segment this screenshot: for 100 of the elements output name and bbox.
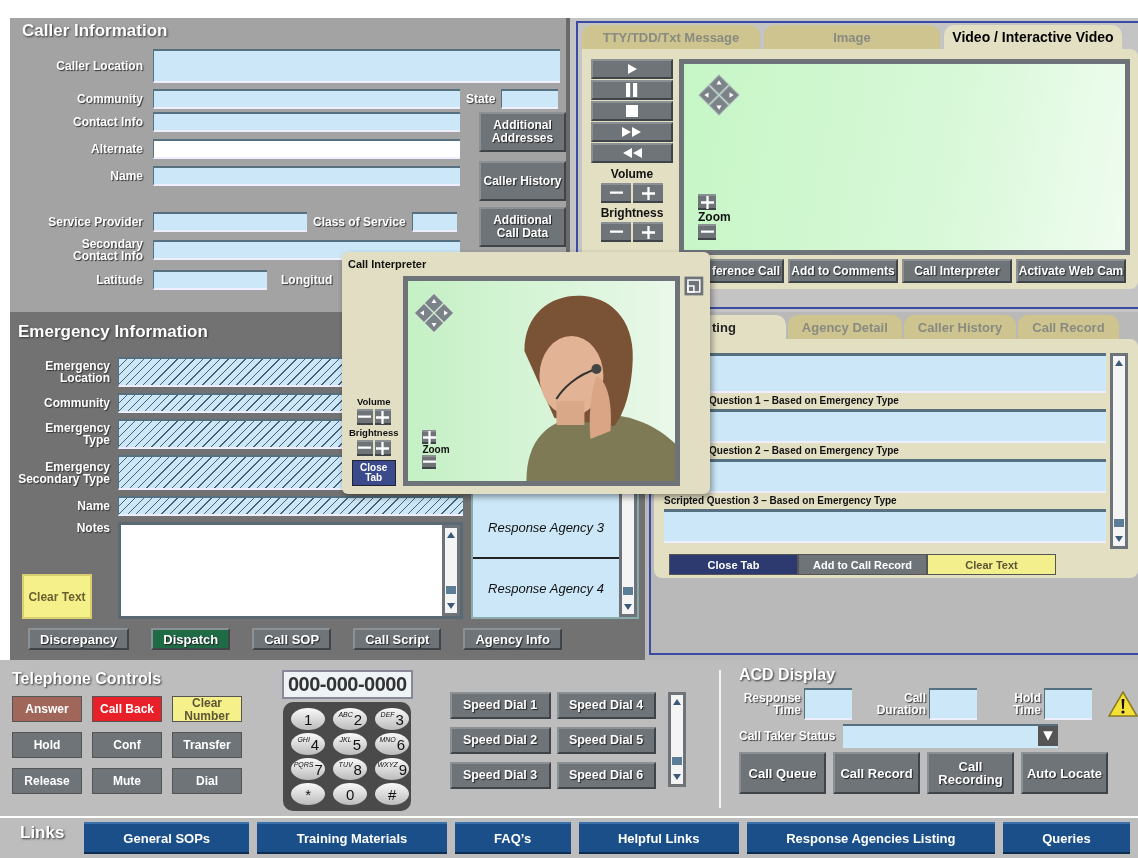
input-field[interactable] (153, 89, 460, 109)
scrollbar[interactable] (667, 692, 686, 787)
input-field[interactable] (1044, 688, 1092, 720)
speed-dial-button[interactable]: Speed Dial 3 (449, 762, 551, 789)
plus-button[interactable] (374, 409, 391, 425)
zoom-in-button[interactable] (698, 194, 716, 210)
zoom-out-button[interactable] (698, 224, 716, 240)
input-field[interactable] (153, 270, 267, 290)
link-button[interactable]: Queries (1002, 822, 1130, 854)
scroll-up-icon[interactable] (1114, 359, 1124, 367)
fast-forward-button[interactable] (591, 122, 673, 142)
scroll-down-icon[interactable] (446, 602, 456, 610)
link-button[interactable]: Helpful Links (578, 822, 739, 854)
stop-button[interactable] (591, 101, 673, 121)
input-field[interactable] (153, 166, 460, 186)
plus-button[interactable] (633, 222, 663, 242)
action-button[interactable]: Agency Info (463, 628, 562, 650)
input-field[interactable] (153, 212, 307, 232)
scroll-down-icon[interactable] (1114, 535, 1124, 543)
field-label: Community (43, 395, 110, 412)
scroll-up-icon[interactable] (671, 698, 682, 706)
phone-button[interactable]: Mute (92, 768, 162, 794)
action-button[interactable]: Clear Text (927, 554, 1056, 575)
plus-button[interactable] (633, 183, 663, 203)
close-tab-button[interactable]: Close Tab (351, 460, 396, 486)
input-field[interactable] (664, 509, 1106, 543)
plus-button[interactable] (374, 440, 391, 456)
speed-dial-button[interactable]: Speed Dial 5 (556, 727, 656, 754)
scroll-up-icon[interactable] (446, 531, 456, 539)
speed-dial-button[interactable]: Speed Dial 4 (556, 692, 656, 719)
link-button[interactable]: Response Agencies Listing (746, 822, 995, 854)
minus-button[interactable] (356, 409, 373, 425)
link-button[interactable]: General SOPs (84, 822, 250, 854)
tab[interactable]: Video / Interactive Video (944, 25, 1122, 49)
speed-dial-button[interactable]: Speed Dial 2 (449, 727, 551, 754)
input-field[interactable] (153, 139, 460, 159)
input-field[interactable] (411, 212, 457, 232)
key-button[interactable]: # (375, 783, 410, 805)
input-field[interactable] (153, 112, 460, 132)
key-button[interactable]: 1 (291, 708, 326, 730)
speed-dial-button[interactable]: Speed Dial 6 (556, 762, 656, 789)
phone-button[interactable]: Conf (92, 732, 162, 758)
minus-button[interactable] (356, 440, 373, 456)
input-field[interactable] (929, 688, 977, 720)
zoom-in-button[interactable] (422, 430, 437, 444)
key-button[interactable]: 0 (333, 783, 368, 805)
field-label: Contact Info (72, 116, 143, 128)
phone-button[interactable]: Transfer (172, 732, 242, 758)
minus-button[interactable] (601, 222, 631, 242)
scroll-down-icon[interactable] (671, 773, 682, 781)
dropdown-field[interactable] (843, 724, 1059, 748)
input-field[interactable] (153, 49, 560, 83)
action-button[interactable]: Call Queue (739, 752, 826, 794)
action-button[interactable]: Add to Comments (788, 259, 898, 283)
minus-button[interactable] (601, 183, 631, 203)
action-button[interactable]: Activate Web Cam (1016, 259, 1126, 283)
action-button[interactable]: Add to Call Record (798, 554, 927, 575)
key-button[interactable]: * (291, 783, 326, 805)
action-button[interactable]: Call Recording (927, 752, 1014, 794)
scrollbar[interactable] (1110, 353, 1128, 549)
link-button[interactable]: FAQ’s (454, 822, 571, 854)
agency-item[interactable]: Response Agency 3 (473, 497, 619, 557)
input-field[interactable] (501, 89, 559, 109)
link-button[interactable]: Training Materials (257, 822, 447, 854)
action-button[interactable]: Additional Addresses (479, 112, 566, 152)
phone-button[interactable]: Release (12, 768, 82, 794)
scroll-thumb[interactable] (1114, 519, 1124, 527)
action-button[interactable]: Call Record (833, 752, 920, 794)
direction-pad-icon[interactable] (698, 74, 740, 116)
speed-dial-button[interactable]: Speed Dial 1 (449, 692, 551, 719)
direction-pad-icon[interactable] (414, 293, 455, 333)
action-button[interactable]: Call Interpreter (902, 259, 1012, 283)
scroll-thumb[interactable] (623, 587, 633, 595)
action-button[interactable]: Auto Locate (1021, 752, 1108, 794)
action-button[interactable]: Call Script (353, 628, 442, 650)
action-button[interactable]: Discrepancy (28, 628, 130, 650)
restore-icon[interactable] (684, 276, 704, 296)
hatched-field[interactable] (118, 496, 463, 516)
zoom-out-button[interactable] (422, 455, 437, 469)
notes-field[interactable] (118, 522, 463, 619)
phone-button[interactable]: Call Back (92, 696, 162, 722)
rewind-button[interactable] (591, 143, 673, 163)
input-field[interactable] (804, 688, 852, 720)
scroll-thumb[interactable] (671, 757, 682, 765)
action-button[interactable]: Caller History (479, 161, 566, 201)
clear-text-button[interactable]: Clear Text (22, 574, 92, 619)
phone-button[interactable]: Dial (172, 768, 242, 794)
action-button[interactable]: Dispatch (151, 628, 231, 650)
scroll-thumb[interactable] (446, 586, 456, 594)
action-button[interactable]: Close Tab (669, 554, 798, 575)
phone-button[interactable]: Hold (12, 732, 82, 758)
scroll-down-icon[interactable] (623, 603, 633, 611)
action-button[interactable]: Additional Call Data (479, 207, 566, 247)
phone-number-display: 000-000-0000 (282, 670, 413, 699)
phone-button[interactable]: Clear Number (172, 696, 242, 722)
play-button[interactable] (591, 59, 673, 79)
action-button[interactable]: Call SOP (252, 628, 332, 650)
scrollbar[interactable] (442, 525, 460, 616)
pause-button[interactable] (591, 80, 673, 100)
phone-button[interactable]: Answer (12, 696, 82, 722)
